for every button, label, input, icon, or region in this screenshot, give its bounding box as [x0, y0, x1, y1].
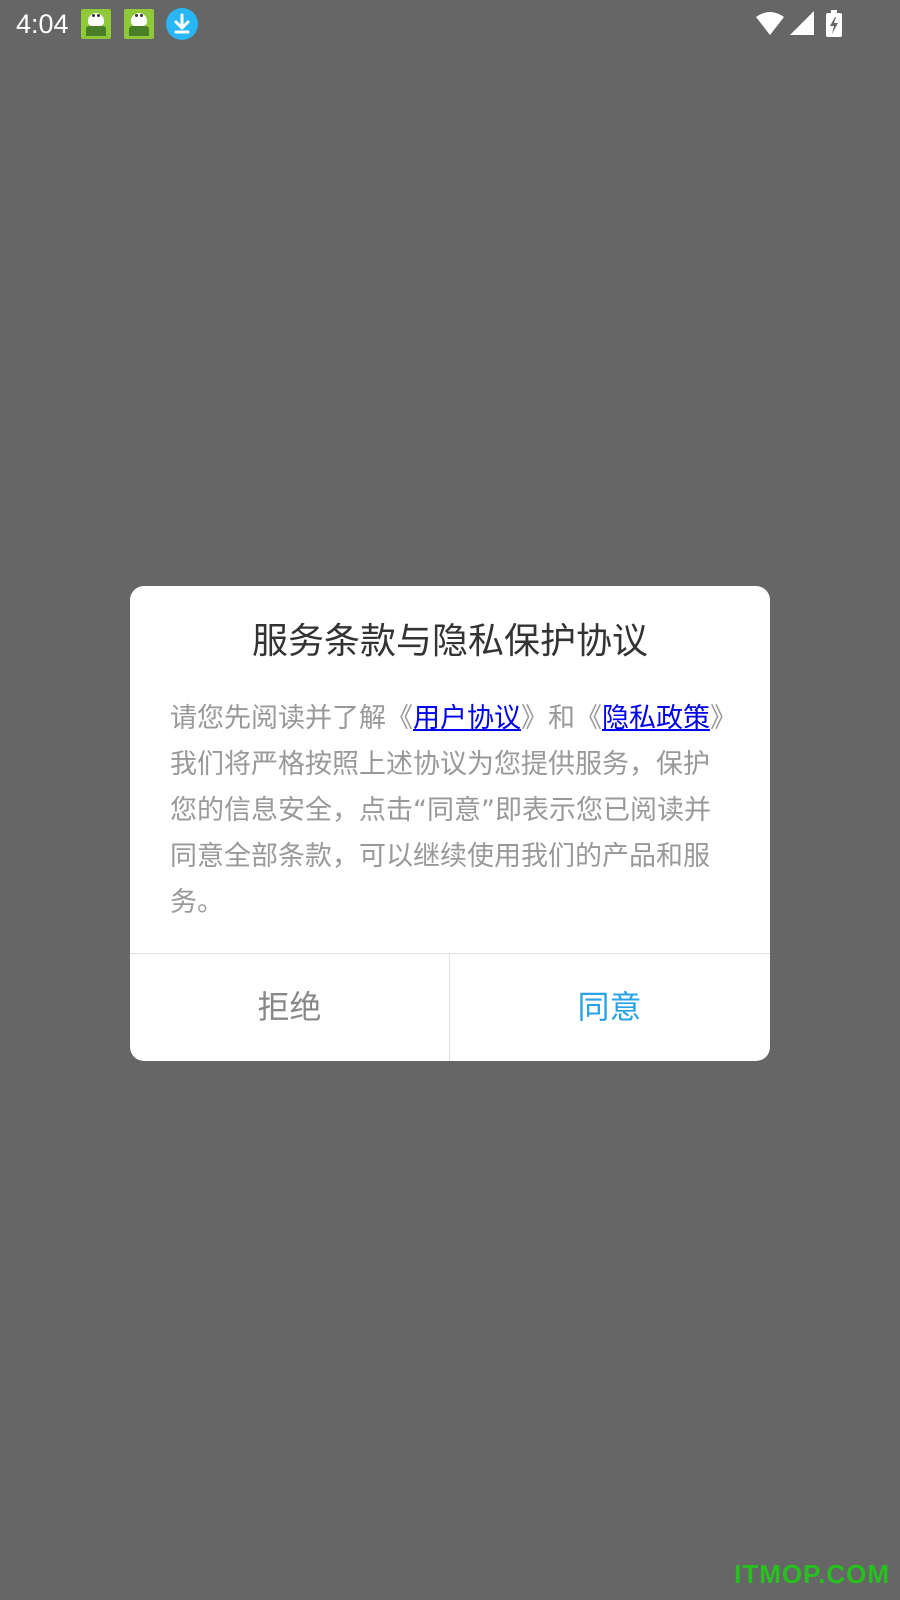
- battery-charging-icon: [826, 10, 842, 37]
- agree-button[interactable]: 同意: [450, 954, 769, 1061]
- dialog-message: 请您先阅读并了解《用户协议》和《隐私政策》我们将严格按照上述协议为您提供服务，保…: [170, 696, 736, 926]
- app-mascot-icon: [124, 9, 154, 39]
- cell-signal-icon: [790, 11, 814, 35]
- status-right-icons: [754, 9, 854, 39]
- dialog-title: 服务条款与隐私保护协议: [251, 621, 648, 662]
- watermark: ITMOP.COM: [734, 1559, 890, 1589]
- privacy-agreement-dialog: 服务条款与隐私保护协议 请您先阅读并了解《用户协议》和《隐私政策》我们将严格按照…: [130, 586, 770, 1061]
- download-icon: [166, 8, 198, 40]
- status-time: 4:04: [16, 9, 69, 39]
- message-text: 》我们将严格按照上述协议为您提供服务，保护您的信息安全，点击“同意”即表示您已阅…: [170, 703, 724, 918]
- privacy-policy-link[interactable]: 隐私政策: [602, 703, 710, 734]
- user-agreement-link[interactable]: 用户协议: [413, 703, 521, 734]
- status-bar: 4:04: [0, 0, 900, 48]
- message-text: 请您先阅读并了解《: [170, 703, 413, 734]
- wifi-icon: [756, 12, 784, 35]
- message-text: 》和《: [521, 703, 602, 734]
- app-mascot-icon: [81, 9, 111, 39]
- reject-button[interactable]: 拒绝: [130, 954, 449, 1061]
